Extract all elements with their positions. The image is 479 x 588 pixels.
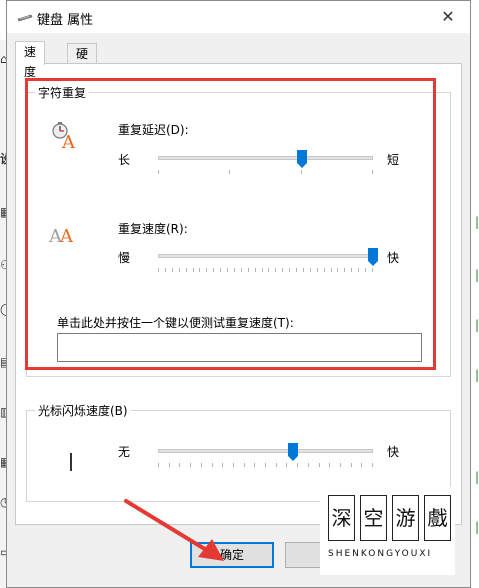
cursor-blink-ticks: [158, 463, 373, 469]
title-bar: 键盘 属性 ✕: [7, 1, 470, 33]
slider-tick: [168, 463, 170, 467]
background-green-mark: |: [474, 470, 479, 484]
cursor-blink-max-label: 快: [387, 445, 400, 459]
slider-tick: [179, 463, 181, 467]
watermark-char: 戲: [424, 495, 451, 541]
slider-tick: [222, 463, 224, 467]
slider-tick: [307, 463, 309, 467]
cursor-blink-min-label: 无: [118, 445, 131, 459]
slider-tick: [265, 463, 266, 467]
close-button[interactable]: ✕: [426, 1, 470, 33]
watermark-subtitle: SHENKONGYOUXI: [328, 549, 433, 559]
background-green-mark: |: [474, 368, 479, 382]
slider-tick: [211, 463, 213, 467]
cursor-preview: [70, 453, 72, 471]
slider-tick: [361, 463, 363, 467]
slider-tick: [190, 463, 192, 467]
slider-tick: [339, 463, 341, 467]
keyboard-icon: [17, 11, 33, 26]
slider-tick: [200, 463, 202, 467]
background-green-mark: |: [474, 268, 479, 282]
tab-speed[interactable]: 速度: [15, 41, 46, 79]
tab-hardware[interactable]: 硬件: [67, 43, 98, 81]
background-green-mark: |: [474, 520, 479, 534]
watermark-logo: 深 空 游 戲 SHENKONGYOUXI: [320, 487, 455, 575]
background-right-strip: [471, 40, 479, 588]
cursor-blink-slider[interactable]: [288, 443, 299, 461]
slider-tick: [275, 463, 277, 467]
background-green-mark: |: [474, 318, 479, 332]
watermark-char: 深: [328, 495, 355, 541]
slider-tick: [254, 463, 256, 467]
slider-tick: [329, 463, 331, 467]
highlight-box: [25, 78, 436, 370]
slider-tick: [350, 463, 352, 467]
cursor-blink-group-title: 光标闪烁速度(B): [35, 402, 131, 419]
watermark-char: 游: [392, 495, 419, 541]
slider-tick: [372, 463, 373, 467]
slider-tick: [232, 463, 234, 467]
slider-tick: [286, 463, 288, 467]
slider-tick: [158, 463, 159, 467]
slider-tick: [243, 463, 245, 467]
watermark-char: 空: [360, 495, 387, 541]
window-title: 键盘 属性: [37, 13, 94, 28]
slider-tick: [318, 463, 320, 467]
slider-tick: [297, 463, 299, 467]
cursor-blink-track: [158, 449, 373, 453]
pointer-arrow-icon: [124, 499, 224, 561]
background-green-mark: |: [474, 215, 479, 229]
